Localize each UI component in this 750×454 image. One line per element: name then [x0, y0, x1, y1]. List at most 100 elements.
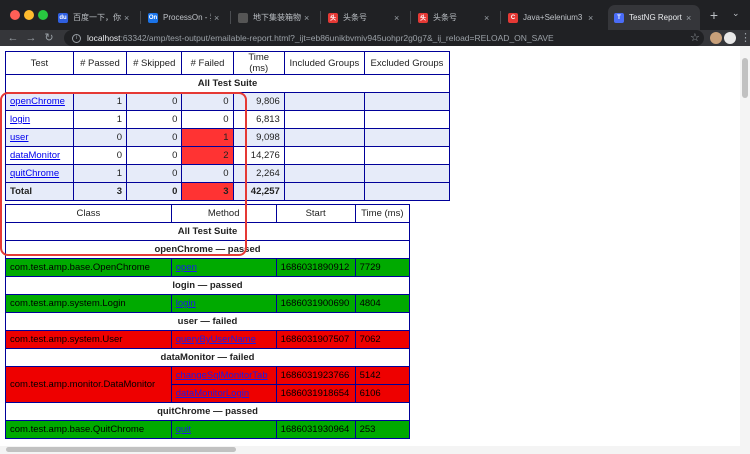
included-groups-cell — [283, 92, 365, 111]
class-cell: com.test.amp.base.QuitChrome — [5, 420, 172, 439]
detail-method-row: com.test.amp.monitor.DataMonitor changeSq… — [5, 366, 411, 403]
tab-3[interactable]: 头头条号 × — [322, 5, 408, 30]
tab-5[interactable]: C Java+Selenium3 × — [502, 5, 602, 30]
tab-title: ProcessOn - 我的文件 — [163, 13, 211, 22]
summary-col-header[interactable]: Excluded Groups — [363, 51, 451, 75]
total-excluded — [363, 182, 451, 201]
on-icon: On — [148, 12, 158, 23]
time-cell: 4804 — [354, 294, 411, 313]
method-cell: login — [170, 294, 277, 313]
address-bar[interactable]: i localhost:63342/amp/test-output/emaila… — [64, 30, 704, 46]
tab-1[interactable]: On ProcessOn - 我的文件× — [142, 5, 228, 30]
method-link[interactable]: dataMonitorLogin — [176, 388, 249, 399]
close-icon[interactable]: × — [588, 13, 596, 23]
close-icon[interactable]: × — [124, 13, 132, 23]
tab-title: 头条号 — [433, 13, 457, 22]
time-cell: 253 — [354, 420, 411, 439]
back-button[interactable]: ← — [6, 30, 20, 46]
method-link[interactable]: changeSqlMonitorTab — [176, 370, 268, 381]
avatar[interactable] — [724, 32, 736, 44]
tab-2[interactable]: 地下集装箱物流系统× — [232, 5, 318, 30]
tab-separator — [140, 11, 141, 24]
summary-col-header[interactable]: Test — [5, 51, 74, 75]
tab-title: TestNG Report — [629, 13, 682, 22]
detail-col-header[interactable]: Start — [275, 204, 356, 223]
excluded-groups-cell — [363, 146, 451, 165]
bookmark-star-icon[interactable]: ☆ — [690, 31, 700, 44]
excluded-groups-cell — [363, 110, 451, 129]
vertical-scroll-thumb[interactable] — [742, 58, 748, 98]
detail-group-row: login — passed — [5, 276, 410, 295]
detail-col-header[interactable]: Time (ms) — [354, 204, 411, 223]
close-icon[interactable]: × — [214, 13, 222, 23]
summary-col-header[interactable]: Time (ms) — [232, 51, 285, 75]
horizontal-scroll-thumb[interactable] — [6, 447, 236, 452]
vertical-scrollbar[interactable] — [740, 46, 750, 454]
url-text[interactable]: localhost:63342/amp/test-output/emailabl… — [87, 33, 554, 43]
browser-toolbar: ← → ↻ i localhost:63342/amp/test-output/… — [0, 30, 750, 46]
method-cell: dataMonitorLogin — [170, 384, 277, 403]
method-link[interactable]: quit — [176, 424, 191, 435]
detail-group-title: user — failed — [5, 312, 410, 331]
menu-icon[interactable]: ⋮ — [740, 30, 750, 46]
included-groups-cell — [283, 128, 365, 147]
detail-group-row: dataMonitor — failed — [5, 348, 410, 367]
tab-title: 地下集装箱物流系统 — [253, 13, 301, 22]
method-cell: queryByUserName — [170, 330, 277, 349]
start-cell: 1686031918654 — [275, 384, 356, 403]
detail-method-row: com.test.amp.base.OpenChrome open 16860318… — [5, 258, 411, 277]
method-cell: open — [170, 258, 277, 277]
chevron-down-icon[interactable]: ⌄ — [732, 8, 740, 19]
tab-separator — [410, 11, 411, 24]
detail-group-row: user — failed — [5, 312, 410, 331]
tab-strip: du百度一下，你就知道×OnProcessOn - 我的文件×地下集装箱物流系统… — [0, 0, 750, 30]
reload-button[interactable]: ↻ — [42, 30, 56, 46]
class-cell: com.test.amp.system.Login — [5, 294, 172, 313]
detail-method-row: com.test.amp.system.Login login 1686031900… — [5, 294, 411, 313]
time-cell: 7062 — [354, 330, 411, 349]
info-icon[interactable]: i — [72, 33, 81, 43]
tab-6[interactable]: T TestNG Report × — [608, 5, 700, 30]
summary-suite-title: All Test Suite — [5, 74, 450, 93]
summary-col-header[interactable]: # Passed — [72, 51, 128, 75]
tab-0[interactable]: du 百度一下，你就知道× — [52, 5, 138, 30]
start-cell: 1686031930964 — [275, 420, 356, 439]
excluded-groups-cell — [363, 164, 451, 183]
method-link[interactable]: login — [176, 298, 196, 309]
time-cell: 7729 — [354, 258, 411, 277]
tab-title: 百度一下，你就知道 — [73, 13, 121, 22]
detail-method-row: com.test.amp.base.QuitChrome quit 16860319… — [5, 420, 411, 439]
time-cell: 6106 — [354, 384, 411, 403]
included-groups-cell — [283, 110, 365, 129]
close-icon[interactable]: × — [686, 13, 694, 23]
extension-icon[interactable] — [710, 32, 722, 44]
close-icon[interactable]: × — [484, 13, 492, 23]
toutiao-icon: 头 — [418, 12, 428, 23]
start-cell: 1686031907507 — [275, 330, 356, 349]
tab-4[interactable]: 头头条号 × — [412, 5, 498, 30]
detail-group-title: quitChrome — passed — [5, 402, 410, 421]
maximize-window-button[interactable] — [38, 10, 48, 20]
summary-header-row: Test # Passed # Skipped # Failed Time (ms) In… — [5, 51, 451, 75]
tab-title: 头条号 — [343, 13, 367, 22]
summary-suite-row: All Test Suite — [5, 74, 450, 93]
start-cell: 1686031900690 — [275, 294, 356, 313]
tab-separator — [230, 11, 231, 24]
annotation-highlight-box — [0, 92, 247, 256]
new-tab-button[interactable]: + — [706, 7, 722, 23]
class-cell: com.test.amp.monitor.DataMonitor — [5, 366, 172, 403]
method-cell: changeSqlMonitorTab — [170, 366, 277, 385]
close-window-button[interactable] — [10, 10, 20, 20]
close-icon[interactable]: × — [394, 13, 402, 23]
minimize-window-button[interactable] — [24, 10, 34, 20]
summary-col-header[interactable]: Included Groups — [283, 51, 365, 75]
class-cell: com.test.amp.system.User — [5, 330, 172, 349]
close-icon[interactable]: × — [304, 13, 312, 23]
forward-button[interactable]: → — [24, 30, 38, 46]
summary-col-header[interactable]: # Failed — [181, 51, 234, 75]
summary-col-header[interactable]: # Skipped — [126, 51, 183, 75]
horizontal-scrollbar[interactable] — [0, 446, 740, 454]
method-link[interactable]: open — [176, 262, 197, 273]
tab-separator — [320, 11, 321, 24]
method-link[interactable]: queryByUserName — [176, 334, 256, 345]
